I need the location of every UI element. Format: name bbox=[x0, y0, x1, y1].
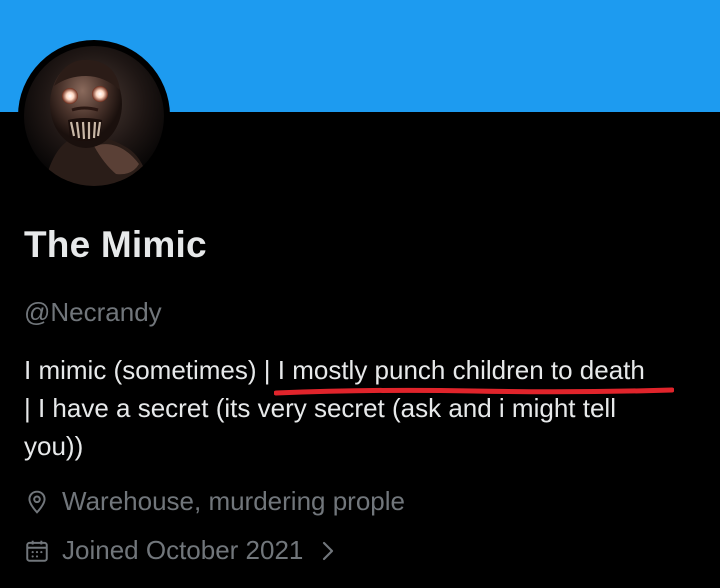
chevron-right-icon[interactable] bbox=[321, 538, 339, 564]
bio-line: | I have a secret (its very secret (ask … bbox=[24, 393, 616, 423]
avatar-image bbox=[24, 46, 164, 186]
joined-text: Joined October 2021 bbox=[62, 535, 304, 565]
profile-joined-date[interactable]: Joined October 2021 bbox=[24, 535, 339, 566]
profile-handle: @Necrandy bbox=[24, 297, 162, 327]
profile-location: Warehouse, murdering prople bbox=[24, 486, 405, 517]
bio-highlight-text: I mostly punch children to death bbox=[277, 355, 645, 385]
bio-line: I mimic (sometimes) | I mostly punch chi… bbox=[24, 351, 714, 396]
location-pin-icon bbox=[24, 489, 50, 515]
bio-line: you)) bbox=[24, 431, 84, 461]
bio-highlighted-text: I mostly punch children to death bbox=[273, 351, 674, 396]
bio-text: I mimic (sometimes) | bbox=[24, 355, 278, 385]
location-text: Warehouse, murdering prople bbox=[62, 486, 405, 516]
profile-bio: I mimic (sometimes) | I mostly punch chi… bbox=[24, 351, 714, 465]
profile-display-name: The Mimic bbox=[24, 224, 207, 265]
avatar[interactable] bbox=[18, 40, 170, 192]
calendar-icon bbox=[24, 538, 50, 564]
